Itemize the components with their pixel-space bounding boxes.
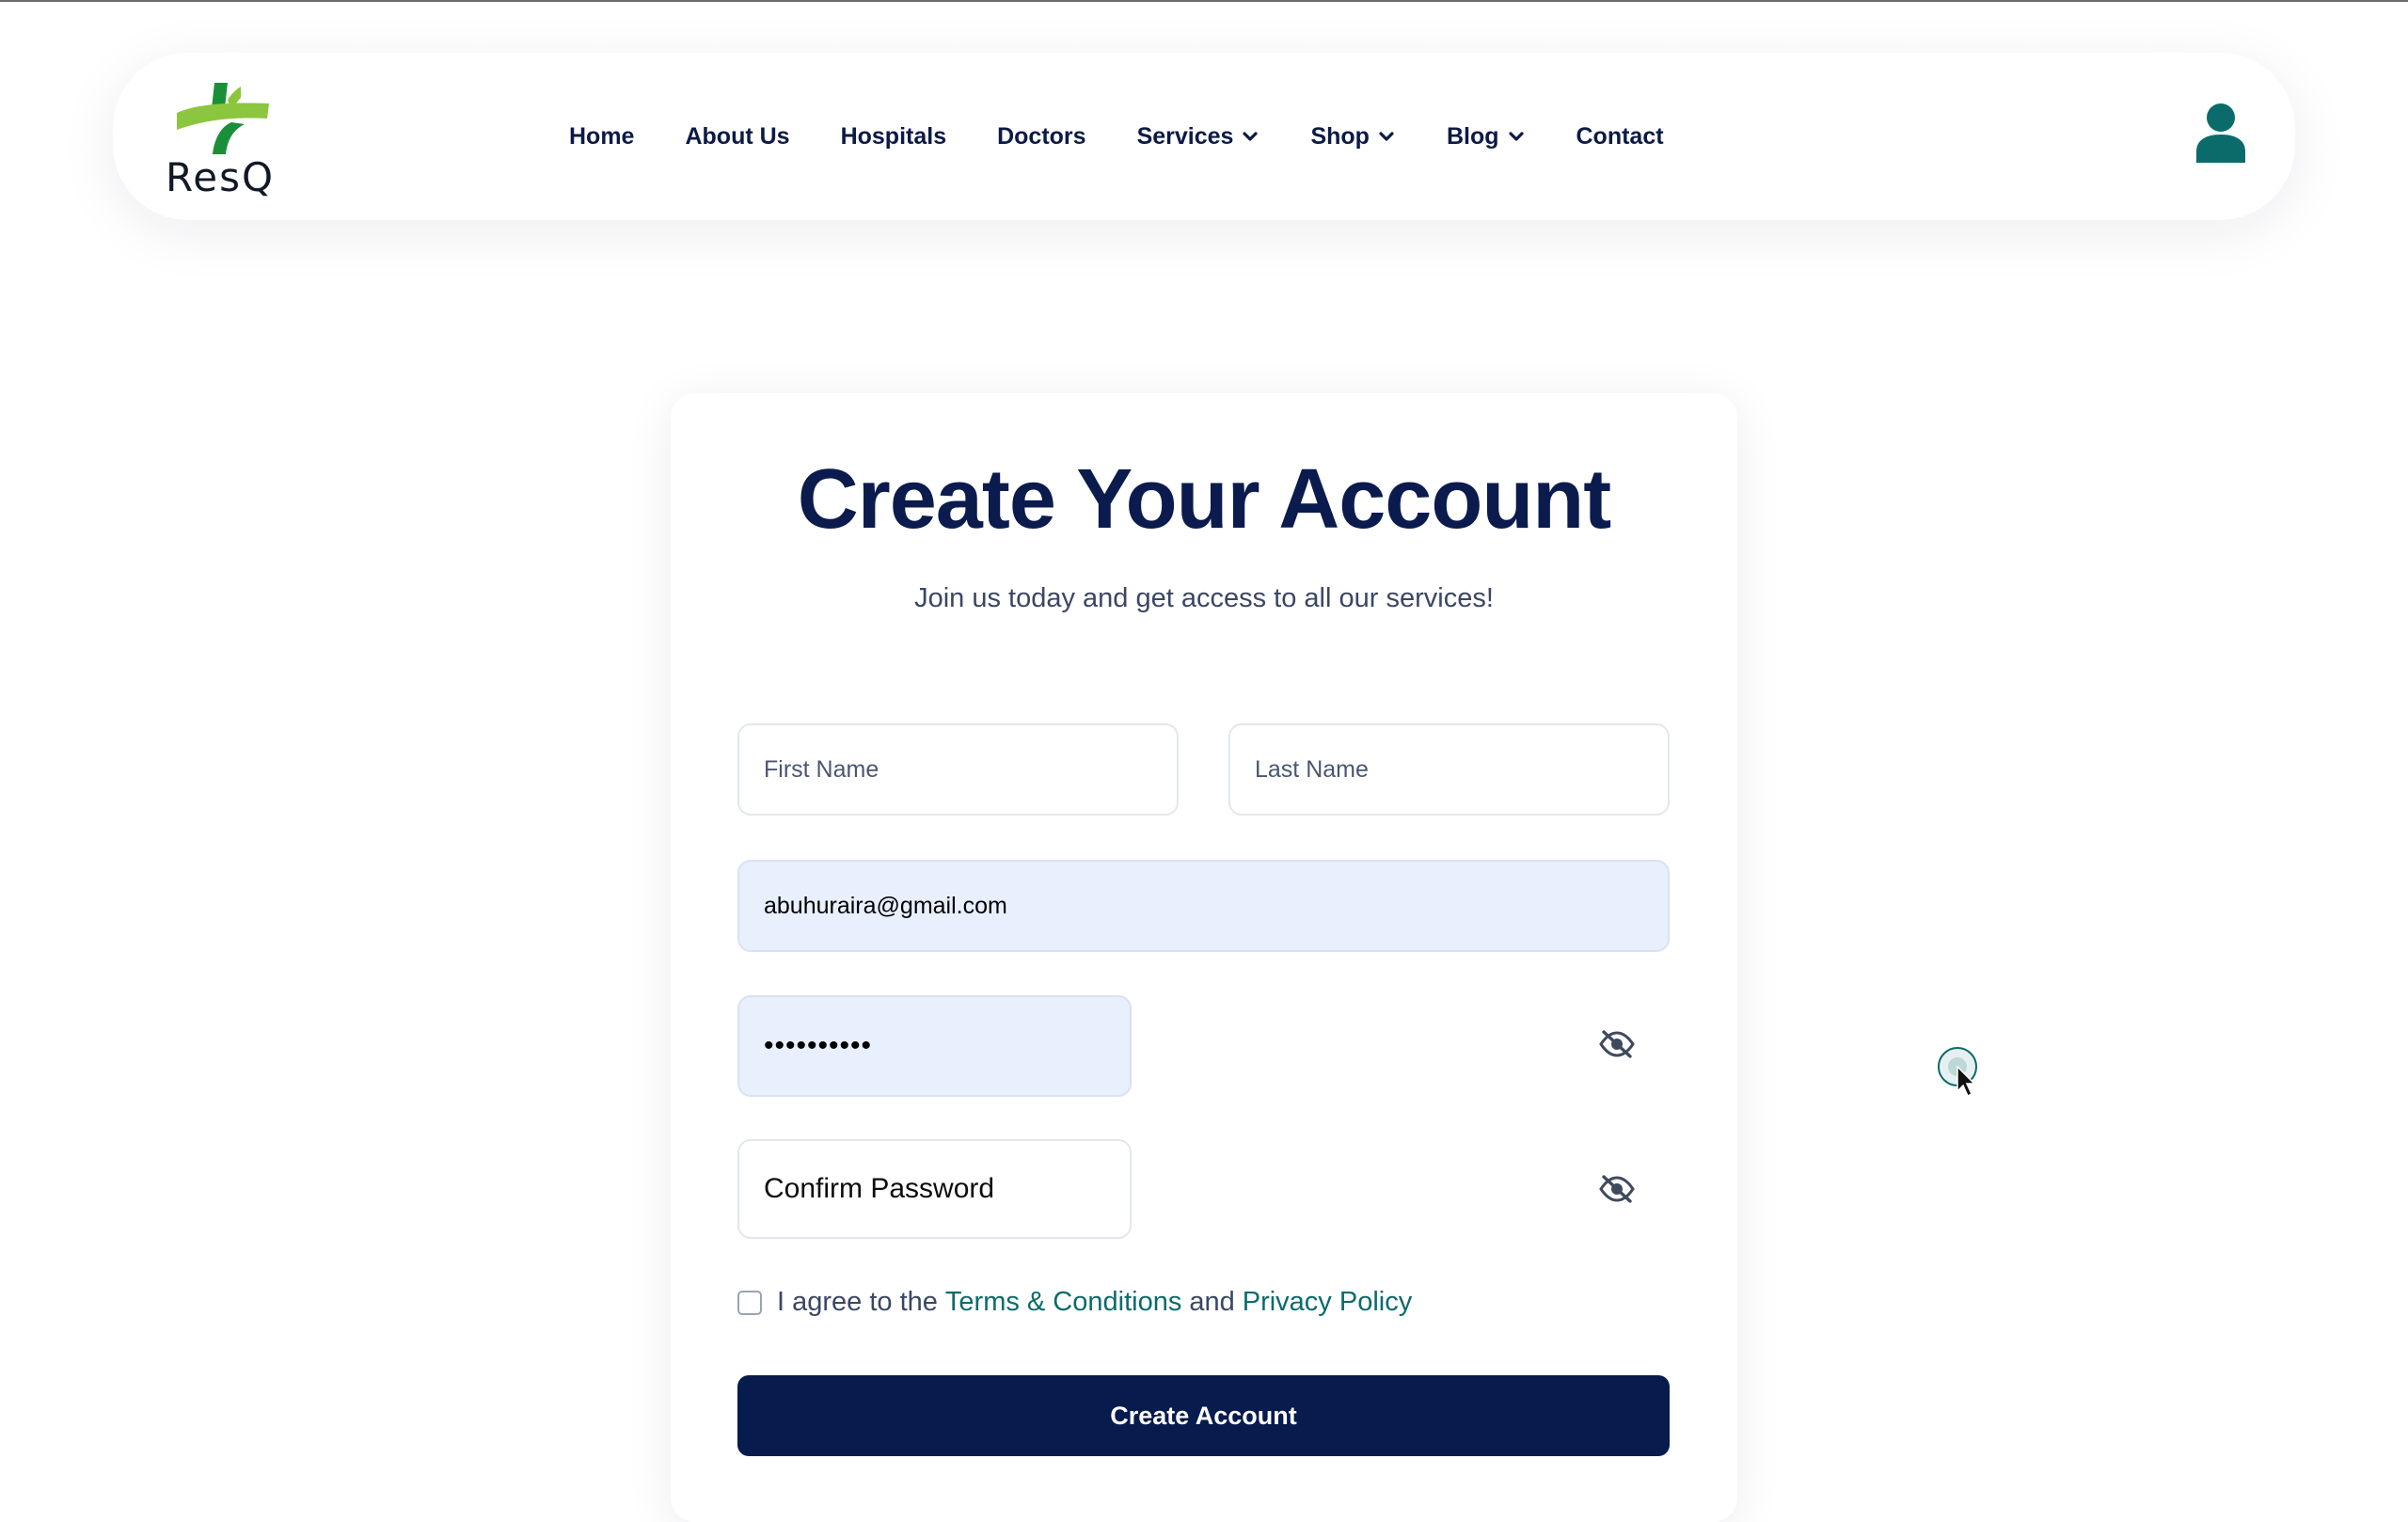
nav-hospitals[interactable]: Hospitals (841, 123, 947, 151)
nav-about-us-label: About Us (685, 122, 790, 150)
confirm-password-input[interactable]: Confirm Password (737, 1139, 1132, 1239)
eye-slash-icon[interactable] (1598, 1174, 1636, 1204)
password-value: •••••••••• (764, 1030, 873, 1061)
create-account-button[interactable]: Create Account (737, 1375, 1670, 1456)
top-border (0, 0, 2408, 2)
resq-logo[interactable]: ResQ (166, 81, 288, 201)
site-header: ResQ Home About Us Hospitals Doctors Ser… (113, 53, 2295, 220)
password-input[interactable]: •••••••••• (737, 995, 1132, 1097)
logo-text: ResQ (166, 154, 276, 200)
nav-home-label: Home (569, 122, 635, 150)
terms-link[interactable]: Terms & Conditions (945, 1287, 1181, 1318)
email-value: abuhuraira@gmail.com (764, 892, 1007, 919)
mouse-pointer-icon (1938, 1047, 1977, 1098)
signup-card: Create Your Account Join us today and ge… (671, 393, 1737, 1522)
nav-doctors-label: Doctors (997, 122, 1086, 150)
nav-services[interactable]: Services (1137, 123, 1260, 151)
chevron-down-icon (1508, 132, 1524, 141)
last-name-placeholder: Last Name (1255, 755, 1369, 783)
eye-slash-icon[interactable] (1598, 1029, 1636, 1059)
nav-blog-label: Blog (1446, 122, 1499, 150)
nav-shop[interactable]: Shop (1310, 123, 1396, 151)
nav-services-label: Services (1136, 122, 1234, 150)
chevron-down-icon (1379, 132, 1394, 141)
nav-hospitals-label: Hospitals (840, 122, 947, 150)
nav-doctors[interactable]: Doctors (997, 123, 1085, 151)
email-input[interactable]: abuhuraira@gmail.com (737, 860, 1670, 952)
nav-shop-label: Shop (1310, 122, 1370, 150)
agree-prefix: I agree to the (777, 1287, 938, 1317)
confirm-password-placeholder: Confirm Password (764, 1173, 995, 1204)
first-name-input[interactable]: First Name (737, 723, 1179, 816)
user-icon[interactable] (2194, 103, 2247, 163)
agree-and: and (1189, 1287, 1235, 1317)
first-name-placeholder: First Name (764, 755, 879, 783)
nav-home[interactable]: Home (569, 123, 634, 151)
privacy-link[interactable]: Privacy Policy (1243, 1287, 1413, 1318)
nav-blog[interactable]: Blog (1447, 123, 1526, 151)
page-title: Create Your Account (797, 452, 1612, 547)
agree-checkbox[interactable] (737, 1290, 762, 1315)
terms-agreement: I agree to the Terms & Conditions and Pr… (737, 1287, 1419, 1318)
last-name-input[interactable]: Last Name (1228, 723, 1670, 816)
main-nav: Home About Us Hospitals Doctors Services… (569, 53, 1715, 220)
nav-about-us[interactable]: About Us (685, 123, 789, 151)
cross-logo-icon (177, 83, 269, 154)
nav-contact-label: Contact (1576, 122, 1664, 150)
nav-contact[interactable]: Contact (1576, 123, 1664, 151)
page-subtitle: Join us today and get access to all our … (914, 583, 1494, 613)
chevron-down-icon (1243, 132, 1259, 141)
